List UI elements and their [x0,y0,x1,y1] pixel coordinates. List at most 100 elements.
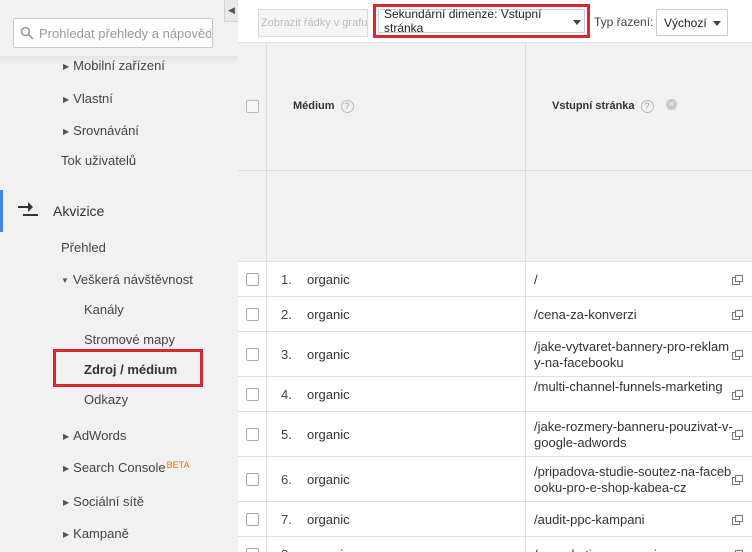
nav-item-user-flow[interactable]: Tok uživatelů [61,153,136,168]
nav-section-acquisition[interactable]: Akvizice [0,190,238,232]
nav-label: Sociální sítě [73,494,144,509]
column-divider [266,171,267,262]
beta-badge: BETA [166,460,190,470]
medium-cell[interactable]: organic [307,307,350,322]
row-index: 6. [281,472,292,487]
column-divider [266,43,267,171]
landing-page-cell[interactable]: /audit-ppc-kampani [534,512,734,528]
nav-item-all-traffic[interactable]: ▼ Veškerá návštěvnost [61,272,193,287]
row-checkbox[interactable] [246,308,259,321]
sort-type-value: Výchozí [664,15,707,30]
sidebar-collapse-button[interactable]: ◀ [224,0,238,22]
medium-cell[interactable]: organic [307,427,350,442]
column-header-medium[interactable]: Médium? [293,100,354,113]
column-header-landing-page[interactable]: Vstupní stránka? [552,100,654,113]
landing-page-cell[interactable]: /remarketing-po-maximum [534,547,734,552]
column-divider [525,502,526,536]
landing-page-cell[interactable]: /jake-rozmery-banneru-pouzivat-v-google-… [534,419,734,451]
dropdown-caret-icon [573,20,581,25]
medium-cell[interactable]: organic [307,547,350,552]
open-link-icon[interactable] [732,430,743,440]
search-icon [20,26,34,40]
row-checkbox[interactable] [246,348,259,361]
select-all-checkbox[interactable] [246,100,259,113]
nav-item-campaigns[interactable]: ▶ Kampaně [63,526,129,541]
nav-item-referrals[interactable]: Odkazy [84,392,128,407]
column-divider [525,377,526,411]
row-checkbox[interactable] [246,548,259,552]
secondary-dimension-highlight: Sekundární dimenze: Vstupní stránka [373,4,590,38]
column-divider [525,297,526,331]
column-divider [266,457,267,501]
row-checkbox[interactable] [246,388,259,401]
open-link-icon[interactable] [732,475,743,485]
sort-type-dropdown[interactable]: Výchozí [656,9,728,36]
collapse-triangle-icon: ▼ [61,276,69,285]
row-checkbox[interactable] [246,473,259,486]
row-index: 4. [281,387,292,402]
nav-item-channels[interactable]: Kanály [84,302,124,317]
open-link-icon[interactable] [732,390,743,400]
landing-page-cell[interactable]: /jake-vytvaret-bannery-pro-reklamy-na-fa… [534,339,734,371]
column-divider [525,412,526,456]
nav-item-adwords[interactable]: ▶ AdWords [63,428,126,443]
help-icon[interactable]: ? [640,100,654,113]
column-divider [266,412,267,456]
dropdown-caret-icon [713,21,721,26]
nav-item-search-console[interactable]: ▶ Search ConsoleBETA [63,460,190,475]
collapse-left-icon: ◀ [228,5,235,15]
column-divider [525,332,526,376]
data-table: Médium? Vstupní stránka? × 1. organic / 2. o… [238,42,752,552]
landing-page-cell[interactable]: /cena-za-konverzi [534,307,734,323]
row-index: 3. [281,347,292,362]
nav-item-treemaps[interactable]: Stromové mapy [84,332,175,347]
expand-triangle-icon: ▶ [63,432,70,441]
nav-label: Stromové mapy [84,332,176,347]
nav-item-custom[interactable]: ▶ Vlastní [63,91,113,106]
row-checkbox[interactable] [246,428,259,441]
landing-page-cell[interactable]: /multi-channel-funnels-marketing [534,379,734,395]
table-toolbar: Zobrazit řádky v grafu Sekundární dimenz… [238,0,752,42]
open-link-icon[interactable] [732,310,743,320]
secondary-dimension-dropdown[interactable]: Sekundární dimenze: Vstupní stránka [378,7,585,35]
row-checkbox[interactable] [246,513,259,526]
expand-triangle-icon: ▶ [63,62,70,71]
medium-cell[interactable]: organic [307,387,350,402]
table-totals-row [238,171,752,262]
nav-item-mobile[interactable]: ▶ Mobilní zařízení [63,58,165,73]
nav-label: Mobilní zařízení [73,58,165,73]
landing-page-cell[interactable]: /pripadova-studie-soutez-na-facebooku-pr… [534,464,734,496]
medium-cell[interactable]: organic [307,347,350,362]
help-icon[interactable]: ? [340,100,354,113]
open-link-icon[interactable] [732,350,743,360]
medium-cell[interactable]: organic [307,272,350,287]
row-checkbox[interactable] [246,273,259,286]
nav-item-overview[interactable]: Přehled [61,240,106,255]
nav-label: Přehled [61,240,106,255]
report-search-box[interactable] [13,18,213,48]
open-link-icon[interactable] [732,275,743,285]
medium-cell[interactable]: organic [307,512,350,527]
nav-label: Veškerá návštěvnost [72,272,193,287]
medium-cell[interactable]: organic [307,472,350,487]
table-header: Médium? Vstupní stránka? × [238,43,752,171]
sort-type-label: Typ řazení: [594,15,654,29]
nav-item-compare[interactable]: ▶ Srovnávání [63,123,139,138]
nav-item-social[interactable]: ▶ Sociální sítě [63,494,144,509]
landing-page-cell[interactable]: / [534,272,734,288]
nav-section-label: Akvizice [53,203,105,219]
remove-dimension-icon[interactable]: × [666,99,677,110]
row-index: 7. [281,512,292,527]
column-divider [525,43,526,171]
column-divider [525,171,526,262]
table-row: 4. organic/multi-channel-funnels-marketin… [238,377,752,412]
column-divider [525,457,526,501]
column-header-label: Médium [293,100,335,112]
acquisition-arrows-icon [18,202,38,220]
column-divider [266,262,267,296]
search-input[interactable] [39,25,211,41]
annotation-highlight-box [53,349,203,387]
expand-triangle-icon: ▶ [63,498,70,507]
plot-rows-button[interactable]: Zobrazit řádky v grafu [258,9,368,37]
open-link-icon[interactable] [732,515,743,525]
